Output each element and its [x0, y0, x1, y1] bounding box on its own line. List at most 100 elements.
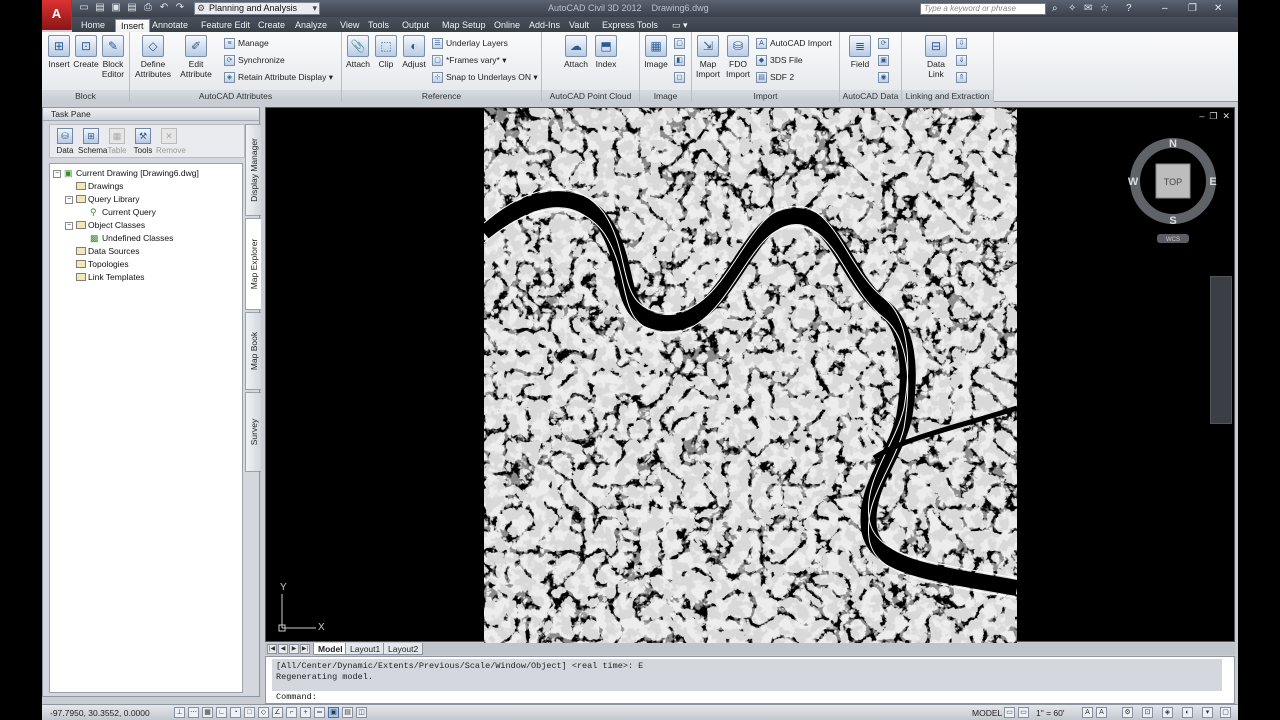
- transparency-toggle-icon[interactable]: ▣: [328, 707, 339, 718]
- compass-south[interactable]: S: [1169, 215, 1176, 227]
- object-snap-tracking-icon[interactable]: ∠: [272, 707, 283, 718]
- tab-home[interactable]: Home: [76, 19, 110, 32]
- adjust-button[interactable]: ◐ Adjust: [400, 35, 428, 69]
- tab-express-tools[interactable]: Express Tools: [597, 19, 663, 32]
- drawing-viewport[interactable]: – ❐ ✕ Y X TOP N S E W WCS: [265, 107, 1235, 643]
- field-button[interactable]: ≣ Field: [846, 35, 874, 69]
- retain-attribute-display-button[interactable]: ◈ Retain Attribute Display ▾: [224, 70, 333, 84]
- import-panel-title[interactable]: Import: [692, 90, 839, 102]
- ortho-mode-icon[interactable]: ∟: [216, 707, 227, 718]
- frames-dropdown[interactable]: ▢ *Frames vary* ▾: [432, 53, 506, 67]
- manage-attributes-button[interactable]: ≡ Manage: [224, 36, 269, 50]
- tab-output[interactable]: Output: [397, 19, 434, 32]
- data-link-button[interactable]: ⊟ Data Link: [922, 35, 950, 79]
- workspace-switching-icon[interactable]: ⚙: [1122, 707, 1133, 718]
- clean-screen-icon[interactable]: ▢: [1220, 707, 1231, 718]
- open-icon[interactable]: ▤: [94, 2, 106, 14]
- tab-add-ins[interactable]: Add-Ins: [524, 19, 565, 32]
- navigation-bar[interactable]: [1210, 276, 1232, 424]
- tree-item-object-classes[interactable]: Object Classes: [76, 219, 145, 232]
- table-tool-button[interactable]: ▦ Table: [104, 128, 130, 155]
- quick-view-drawings-icon[interactable]: ▭: [1018, 707, 1029, 718]
- insert-button[interactable]: ⊞ Insert: [45, 35, 73, 69]
- minimize-icon[interactable]: –: [1162, 3, 1168, 14]
- subscription-icon[interactable]: ✧: [1068, 3, 1076, 14]
- restore-icon[interactable]: ❐: [1188, 3, 1197, 14]
- compass-north[interactable]: N: [1169, 138, 1177, 150]
- wcs-menu[interactable]: WCS: [1166, 237, 1180, 243]
- quick-properties-icon[interactable]: ▤: [342, 707, 353, 718]
- save-icon[interactable]: ▣: [110, 2, 122, 14]
- last-layout-icon[interactable]: ▶|: [300, 644, 310, 654]
- block-editor-button[interactable]: ✎ Block Editor: [99, 35, 127, 79]
- tab-annotate[interactable]: Annotate: [147, 19, 193, 32]
- compass-east[interactable]: E: [1209, 176, 1216, 188]
- tab-view[interactable]: View: [335, 19, 364, 32]
- task-pane-title[interactable]: Task Pane: [43, 108, 259, 121]
- application-menu-button[interactable]: A: [42, 0, 72, 30]
- annotation-scale[interactable]: 1" = 60': [1036, 708, 1065, 718]
- create-block-button[interactable]: ⊡ Create: [72, 35, 100, 69]
- print-icon[interactable]: ⎙: [142, 2, 154, 14]
- hardware-acceleration-icon[interactable]: ◈: [1162, 707, 1173, 718]
- redo-icon[interactable]: ↷: [174, 2, 186, 14]
- 3ds-file-button[interactable]: ◆ 3DS File: [756, 53, 803, 67]
- autocad-import-button[interactable]: A AutoCAD Import: [756, 36, 832, 50]
- infer-constraints-icon[interactable]: ⊥: [174, 707, 185, 718]
- binoculars-icon[interactable]: ⌕: [1052, 3, 1058, 14]
- tree-item-drawings[interactable]: Drawings: [76, 180, 123, 193]
- help-icon[interactable]: ?: [1126, 3, 1132, 14]
- tab-model[interactable]: Model: [313, 643, 348, 655]
- ribbon-options-icon[interactable]: ▭ ▾: [667, 19, 693, 32]
- tab-layout2[interactable]: Layout2: [383, 643, 424, 655]
- tab-tools[interactable]: Tools: [363, 19, 394, 32]
- model-space-toggle[interactable]: MODEL: [972, 708, 1002, 718]
- close-icon[interactable]: ✕: [1214, 3, 1222, 14]
- attach-reference-button[interactable]: 📎 Attach: [344, 35, 372, 69]
- snap-underlays-dropdown[interactable]: ⊹ Snap to Underlays ON ▾: [432, 70, 538, 84]
- communication-icon[interactable]: ✉: [1084, 3, 1092, 14]
- attach-point-cloud-button[interactable]: ☁ Attach: [562, 35, 590, 69]
- selection-cycling-icon[interactable]: ◫: [356, 707, 367, 718]
- tab-feature-edit[interactable]: Feature Edit: [196, 19, 255, 32]
- tab-online[interactable]: Online: [489, 19, 525, 32]
- synchronize-button[interactable]: ⟳ Synchronize: [224, 53, 285, 67]
- collapse-icon[interactable]: −: [53, 170, 61, 178]
- dynamic-input-icon[interactable]: +: [300, 707, 311, 718]
- tab-layout1[interactable]: Layout1: [345, 643, 386, 655]
- block-panel-title[interactable]: Block: [42, 90, 129, 102]
- tree-item-query-library[interactable]: Query Library: [76, 193, 140, 206]
- data-tool-button[interactable]: ⛁ Data: [52, 128, 78, 155]
- restore-viewport-icon[interactable]: ❐: [1209, 111, 1217, 121]
- tab-map-book[interactable]: Map Book: [245, 312, 261, 390]
- undo-icon[interactable]: ↶: [158, 2, 170, 14]
- new-icon[interactable]: ▭: [78, 2, 90, 14]
- search-input[interactable]: Type a keyword or phrase: [920, 3, 1046, 15]
- schema-tool-button[interactable]: ⊞ Schema: [78, 128, 107, 155]
- close-viewport-icon[interactable]: ✕: [1222, 111, 1230, 121]
- map-import-button[interactable]: ⇲ Map Import: [694, 35, 722, 79]
- lock-icon[interactable]: ⊡: [1142, 707, 1153, 718]
- viewcube[interactable]: TOP N S E W WCS: [1128, 134, 1218, 244]
- image-button[interactable]: ▦ Image: [642, 35, 670, 69]
- auto-scale-icon[interactable]: A: [1096, 707, 1107, 718]
- sdf2-button[interactable]: ▤ SDF 2: [756, 70, 794, 84]
- compass-west[interactable]: W: [1128, 176, 1139, 188]
- tab-map-setup[interactable]: Map Setup: [437, 19, 491, 32]
- collapse-icon[interactable]: −: [65, 222, 73, 230]
- tree-item-topologies[interactable]: Topologies: [76, 258, 129, 271]
- lineweight-icon[interactable]: ═: [314, 707, 325, 718]
- viewcube-top-label[interactable]: TOP: [1164, 177, 1182, 187]
- image-panel-title[interactable]: Image: [640, 90, 691, 102]
- tools-tool-button[interactable]: ⚒ Tools: [130, 128, 156, 155]
- tab-analyze[interactable]: Analyze: [290, 19, 332, 32]
- remove-tool-button[interactable]: ✕ Remove: [156, 128, 186, 155]
- tab-map-explorer[interactable]: Map Explorer: [245, 218, 261, 310]
- reference-panel-title[interactable]: Reference: [342, 90, 541, 102]
- favorites-icon[interactable]: ☆: [1100, 3, 1109, 14]
- tab-survey[interactable]: Survey: [245, 392, 261, 472]
- workspace-dropdown[interactable]: ⚙ Planning and Analysis ▾: [194, 2, 320, 15]
- minimize-viewport-icon[interactable]: –: [1199, 111, 1204, 121]
- polar-tracking-icon[interactable]: ◔: [230, 707, 241, 718]
- save-as-icon[interactable]: ▤: [126, 2, 138, 14]
